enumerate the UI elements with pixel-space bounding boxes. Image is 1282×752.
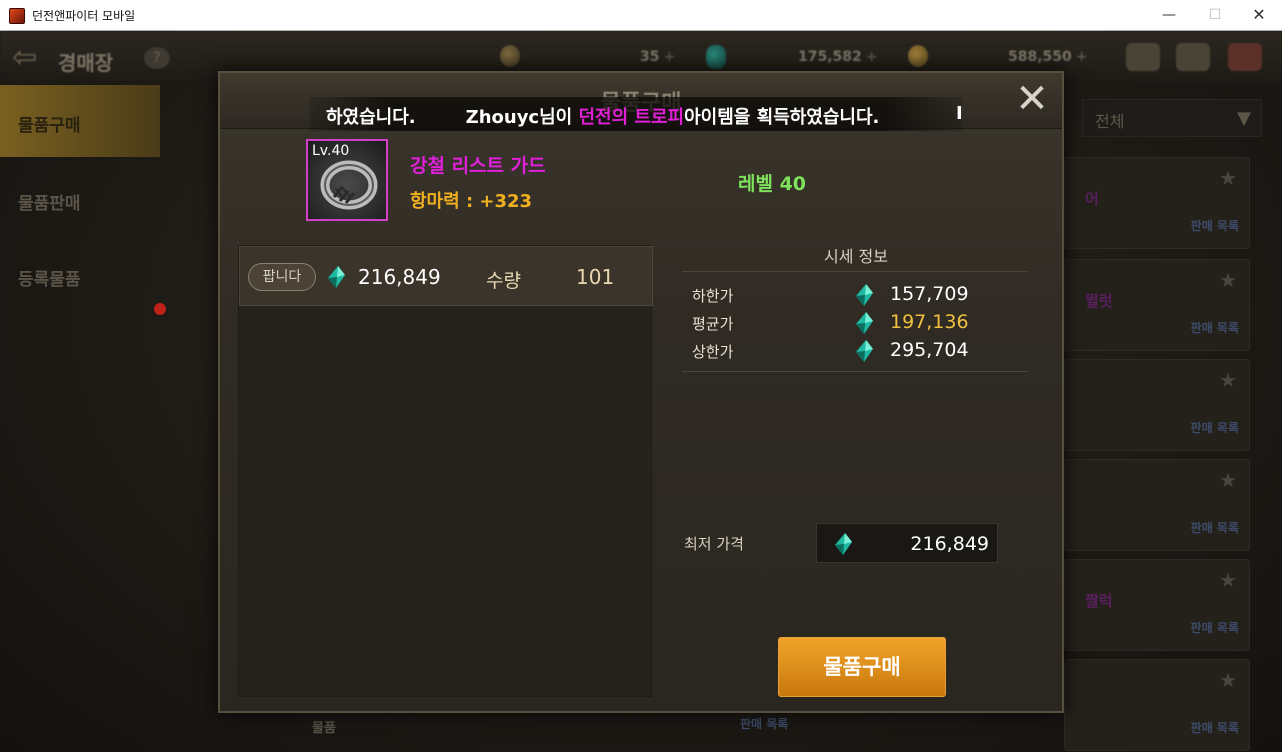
divider <box>682 371 1028 372</box>
listing-price: 216,849 <box>358 265 441 289</box>
quantity-value: 101 <box>576 265 615 289</box>
sales-list-label: 판매 목록 <box>1190 521 1239 535</box>
star-icon[interactable]: ★ <box>1219 568 1237 592</box>
gem-icon <box>835 533 852 555</box>
min-price-value: 157,709 <box>890 283 969 305</box>
min-price-label: 하한가 <box>692 287 734 305</box>
star-icon[interactable]: ★ <box>1219 468 1237 492</box>
menu-item-registered[interactable]: 등록물품 <box>0 239 160 311</box>
filter-value: 전체 <box>1095 112 1125 131</box>
list-item[interactable]: ★ 판매 목록 <box>1064 659 1250 751</box>
avg-price-label: 평균가 <box>692 315 734 333</box>
wrist-guard-icon <box>320 160 378 210</box>
banner-player: Zhouyc님이 <box>465 107 579 128</box>
item-stat: 항마력 : +323 <box>410 191 533 212</box>
help-icon[interactable]: ? <box>144 47 170 69</box>
list-item[interactable]: 짤럭 ★ 판매 목록 <box>1064 559 1250 651</box>
notification-dot <box>154 303 166 315</box>
currency-moon-value: 35 + <box>640 49 675 65</box>
gem-icon <box>856 284 873 306</box>
lowest-price-label: 최저 가격 <box>684 535 744 553</box>
chevron-down-icon: ▼ <box>1237 108 1251 129</box>
item-name: 강철 리스트 가드 <box>410 155 546 177</box>
currency-gem-value: 175,582 + <box>798 49 878 65</box>
currency-value: 175,582 <box>798 49 862 65</box>
market-info-title: 시세 정보 <box>824 247 888 266</box>
list-item[interactable]: 어 ★ 판매 목록 <box>1064 157 1250 249</box>
banner-prefix: 하였습니다. <box>326 107 416 128</box>
max-price-label: 상한가 <box>692 343 734 361</box>
plus-icon[interactable]: + <box>866 49 878 65</box>
sales-list-label: 판매 목록 <box>740 717 789 731</box>
close-dialog-button[interactable]: ✕ <box>1010 79 1054 123</box>
gem-icon <box>856 340 873 362</box>
screen-title: 경매장 <box>58 51 114 75</box>
sales-list-label: 판매 목록 <box>1190 219 1239 233</box>
bottom-item-label: 물품 <box>312 721 336 736</box>
sales-list-label: 판매 목록 <box>1190 321 1239 335</box>
lowest-price-field: 216,849 <box>816 523 998 563</box>
banner-highlight: 던전의 트로피 <box>578 107 685 128</box>
chat-icon[interactable] <box>1228 43 1262 71</box>
list-item[interactable]: ★ 판매 목록 <box>1064 459 1250 551</box>
gem-icon <box>706 45 726 69</box>
banner-suffix: 아이템을 획득하였습니다. <box>684 107 880 128</box>
plus-icon[interactable]: + <box>663 49 675 65</box>
buy-item-button[interactable]: 물품구매 <box>778 637 946 697</box>
sales-list-label: 판매 목록 <box>1190 621 1239 635</box>
item-name-fragment: 짤럭 <box>1085 592 1113 610</box>
app-icon <box>9 8 25 24</box>
auction-left-menu: 물품구매 물품판매 등록물품 <box>0 85 166 752</box>
banner-text: 하였습니다. Zhouyc님이 던전의 트로피아이템을 획득하였습니다. <box>326 103 879 129</box>
sales-list-label: 판매 목록 <box>1190 721 1239 735</box>
gem-icon <box>856 312 873 334</box>
currency-gold-value: 588,550 + <box>1008 49 1088 65</box>
sales-list-label: 판매 목록 <box>1190 421 1239 435</box>
announcement-banner: 하였습니다. Zhouyc님이 던전의 트로피아이템을 획득하였습니다. I <box>310 97 962 131</box>
currency-value: 35 <box>640 49 660 65</box>
listing-panel: 팝니다 216,849 수량 101 <box>238 245 653 697</box>
max-price-value: 295,704 <box>890 339 969 361</box>
back-arrow-icon[interactable]: ⇦ <box>12 43 37 73</box>
moon-coin-icon <box>500 45 520 67</box>
filter-dropdown[interactable]: 전체 ▼ <box>1082 99 1262 137</box>
listing-row[interactable]: 팝니다 216,849 수량 101 <box>239 246 653 306</box>
minimize-button[interactable]: — <box>1146 0 1192 31</box>
star-icon[interactable]: ★ <box>1219 668 1237 692</box>
item-name-fragment: 뮐럿 <box>1085 292 1113 310</box>
menu-item-sell[interactable]: 물품판매 <box>0 163 160 235</box>
item-required-level: 레벨 40 <box>738 173 807 195</box>
star-icon[interactable]: ★ <box>1219 368 1237 392</box>
plus-icon[interactable]: + <box>1076 49 1088 65</box>
quantity-label: 수량 <box>486 270 521 292</box>
sell-badge: 팝니다 <box>248 263 316 291</box>
currency-value: 588,550 <box>1008 49 1072 65</box>
gold-coin-icon <box>908 45 928 67</box>
close-window-button[interactable]: ✕ <box>1236 0 1282 31</box>
purchase-dialog: 물품구매 ✕ 하였습니다. Zhouyc님이 던전의 트로피아이템을 획득하였습니… <box>218 71 1064 713</box>
maximize-button[interactable]: ☐ <box>1192 0 1238 31</box>
mail-icon[interactable] <box>1176 43 1210 71</box>
banner-tail: I <box>956 103 962 124</box>
pot-icon[interactable] <box>1126 43 1160 71</box>
star-icon[interactable]: ★ <box>1219 166 1237 190</box>
window-title: 던전앤파이터 모바일 <box>32 9 136 23</box>
item-icon-frame: Lv.40 <box>306 139 388 221</box>
lowest-price-value: 216,849 <box>910 533 989 555</box>
menu-item-buy[interactable]: 물품구매 <box>0 85 160 157</box>
list-item[interactable]: ★ 판매 목록 <box>1064 359 1250 451</box>
item-level-badge: Lv.40 <box>312 143 350 159</box>
gem-icon <box>328 266 345 288</box>
avg-price-value: 197,136 <box>890 311 969 333</box>
window-titlebar: 던전앤파이터 모바일 — ☐ ✕ <box>0 0 1282 31</box>
star-icon[interactable]: ★ <box>1219 268 1237 292</box>
list-item[interactable]: 뮐럿 ★ 판매 목록 <box>1064 259 1250 351</box>
item-name-fragment: 어 <box>1085 190 1099 208</box>
divider <box>682 271 1028 272</box>
